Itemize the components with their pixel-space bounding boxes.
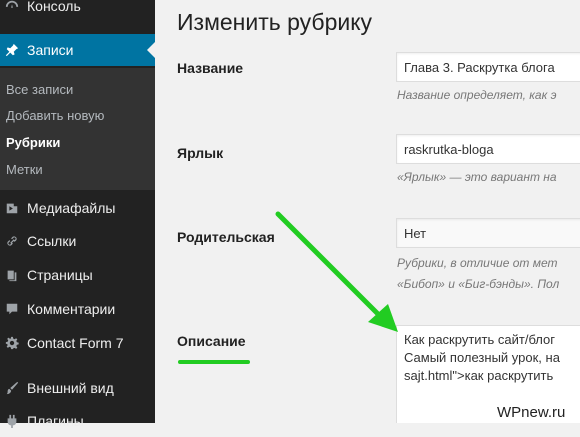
watermark: WPnew.ru [497, 404, 566, 421]
annotation-arrow [275, 211, 398, 332]
